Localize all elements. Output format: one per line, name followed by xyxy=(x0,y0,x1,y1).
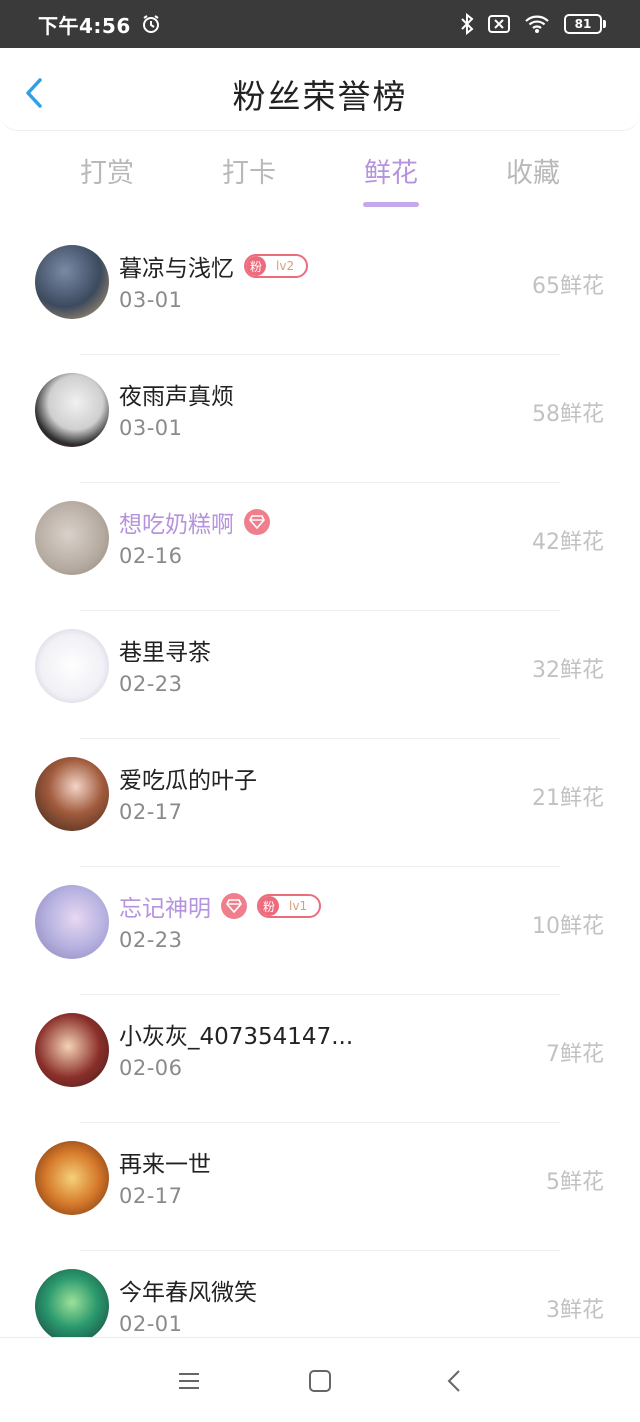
row-divider xyxy=(80,354,560,355)
name-line: 今年春风微笑 xyxy=(119,1272,257,1308)
row-divider xyxy=(80,1250,560,1251)
tab-flowers[interactable]: 鲜花 xyxy=(331,151,451,207)
wifi-icon xyxy=(525,15,549,33)
fan-date: 02-01 xyxy=(119,1312,183,1336)
tab-bar: 打赏 打卡 鲜花 收藏 xyxy=(0,131,640,226)
name-line: 爱吃瓜的叶子 xyxy=(119,760,257,796)
flower-count: 42鲜花 xyxy=(532,530,604,555)
name-line: 巷里寻茶 xyxy=(119,632,211,668)
fan-badge-level: lv1 xyxy=(289,899,308,913)
fan-ranking-list: 暮凉与浅忆粉 lv2 03-01 65鲜花 夜雨声真烦 03-01 58鲜花 想吃奶糕啊 02-… xyxy=(0,226,640,1378)
alarm-icon xyxy=(142,15,159,33)
flower-count: 21鲜花 xyxy=(532,786,604,811)
fan-row[interactable]: 忘记神明 粉 lv1 02-23 10鲜花 xyxy=(0,866,640,994)
avatar[interactable] xyxy=(35,1269,109,1343)
fan-date: 02-23 xyxy=(119,928,183,952)
tab-label: 打赏 xyxy=(80,158,134,189)
header: 粉丝荣誉榜 xyxy=(0,48,640,131)
back-triangle-icon[interactable] xyxy=(442,1368,468,1394)
fan-date: 02-17 xyxy=(119,800,183,824)
fan-row[interactable]: 爱吃瓜的叶子 02-17 21鲜花 xyxy=(0,738,640,866)
tab-underline xyxy=(363,202,419,207)
fan-row[interactable]: 暮凉与浅忆粉 lv2 03-01 65鲜花 xyxy=(0,226,640,354)
fan-badge-level: lv2 xyxy=(276,259,295,273)
status-time: 下午4:56 xyxy=(38,13,131,38)
tab-label: 鲜花 xyxy=(364,158,418,189)
flower-count: 65鲜花 xyxy=(532,274,604,299)
avatar[interactable] xyxy=(35,757,109,831)
menu-icon[interactable] xyxy=(176,1368,202,1394)
bluetooth-icon xyxy=(461,13,474,35)
fan-row[interactable]: 想吃奶糕啊 02-16 42鲜花 xyxy=(0,482,640,610)
name-line: 想吃奶糕啊 xyxy=(119,504,270,540)
fan-name: 小灰灰_407354147... xyxy=(119,1024,354,1050)
fan-date: 02-16 xyxy=(119,544,183,568)
diamond-icon xyxy=(244,509,270,535)
row-divider xyxy=(80,738,560,739)
row-divider xyxy=(80,482,560,483)
battery-level: 81 xyxy=(564,14,602,34)
flower-count: 32鲜花 xyxy=(532,658,604,683)
tab-label: 打卡 xyxy=(222,158,276,189)
fan-badge-label: 粉 xyxy=(246,256,267,276)
avatar[interactable] xyxy=(35,1013,109,1087)
flower-count: 7鲜花 xyxy=(546,1042,604,1067)
tab-reward[interactable]: 打赏 xyxy=(47,151,167,190)
row-divider xyxy=(80,1122,560,1123)
fan-badge-label: 粉 xyxy=(259,896,280,916)
fan-row[interactable]: 再来一世 02-17 5鲜花 xyxy=(0,1122,640,1250)
status-bar: 下午4:56 81 xyxy=(0,0,640,48)
fan-name: 再来一世 xyxy=(119,1152,211,1178)
fan-name: 巷里寻茶 xyxy=(119,640,211,666)
system-nav-bar xyxy=(0,1337,640,1422)
avatar[interactable] xyxy=(35,885,109,959)
avatar[interactable] xyxy=(35,629,109,703)
fan-date: 02-06 xyxy=(119,1056,183,1080)
battery-indicator: 81 xyxy=(564,14,606,34)
home-square-icon[interactable] xyxy=(307,1368,333,1394)
avatar[interactable] xyxy=(35,245,109,319)
tab-label: 收藏 xyxy=(506,158,560,189)
name-line: 夜雨声真烦 xyxy=(119,376,234,412)
name-line: 小灰灰_407354147... xyxy=(119,1016,353,1052)
avatar[interactable] xyxy=(35,373,109,447)
fan-name: 忘记神明 xyxy=(119,896,211,922)
fan-row[interactable]: 小灰灰_407354147... 02-06 7鲜花 xyxy=(0,994,640,1122)
fan-date: 02-23 xyxy=(119,672,183,696)
fan-date: 03-01 xyxy=(119,416,183,440)
row-divider xyxy=(80,866,560,867)
page-title: 粉丝荣誉榜 xyxy=(232,77,408,116)
fan-name: 暮凉与浅忆 xyxy=(119,256,234,282)
fan-name: 想吃奶糕啊 xyxy=(119,512,234,538)
tab-favorites[interactable]: 收藏 xyxy=(473,151,593,190)
flower-count: 5鲜花 xyxy=(546,1170,604,1195)
avatar[interactable] xyxy=(35,1141,109,1215)
flower-count: 3鲜花 xyxy=(546,1298,604,1323)
name-line: 再来一世 xyxy=(119,1144,211,1180)
fan-date: 03-01 xyxy=(119,288,183,312)
fan-date: 02-17 xyxy=(119,1184,183,1208)
fan-name: 爱吃瓜的叶子 xyxy=(119,768,257,794)
row-divider xyxy=(80,994,560,995)
fan-name: 今年春风微笑 xyxy=(119,1280,257,1306)
fan-level-badge: 粉 lv1 xyxy=(257,894,322,918)
diamond-icon xyxy=(221,893,247,919)
fan-level-badge: 粉 lv2 xyxy=(244,254,309,278)
fan-row[interactable]: 巷里寻茶 02-23 32鲜花 xyxy=(0,610,640,738)
sim-disabled-icon xyxy=(488,15,510,33)
fan-row[interactable]: 夜雨声真烦 03-01 58鲜花 xyxy=(0,354,640,482)
name-line: 忘记神明 粉 lv1 xyxy=(119,888,322,924)
fan-name: 夜雨声真烦 xyxy=(119,384,234,410)
flower-count: 10鲜花 xyxy=(532,914,604,939)
flower-count: 58鲜花 xyxy=(532,402,604,427)
tab-checkin[interactable]: 打卡 xyxy=(189,151,309,190)
row-divider xyxy=(80,610,560,611)
name-line: 暮凉与浅忆粉 lv2 xyxy=(119,248,309,284)
avatar[interactable] xyxy=(35,501,109,575)
